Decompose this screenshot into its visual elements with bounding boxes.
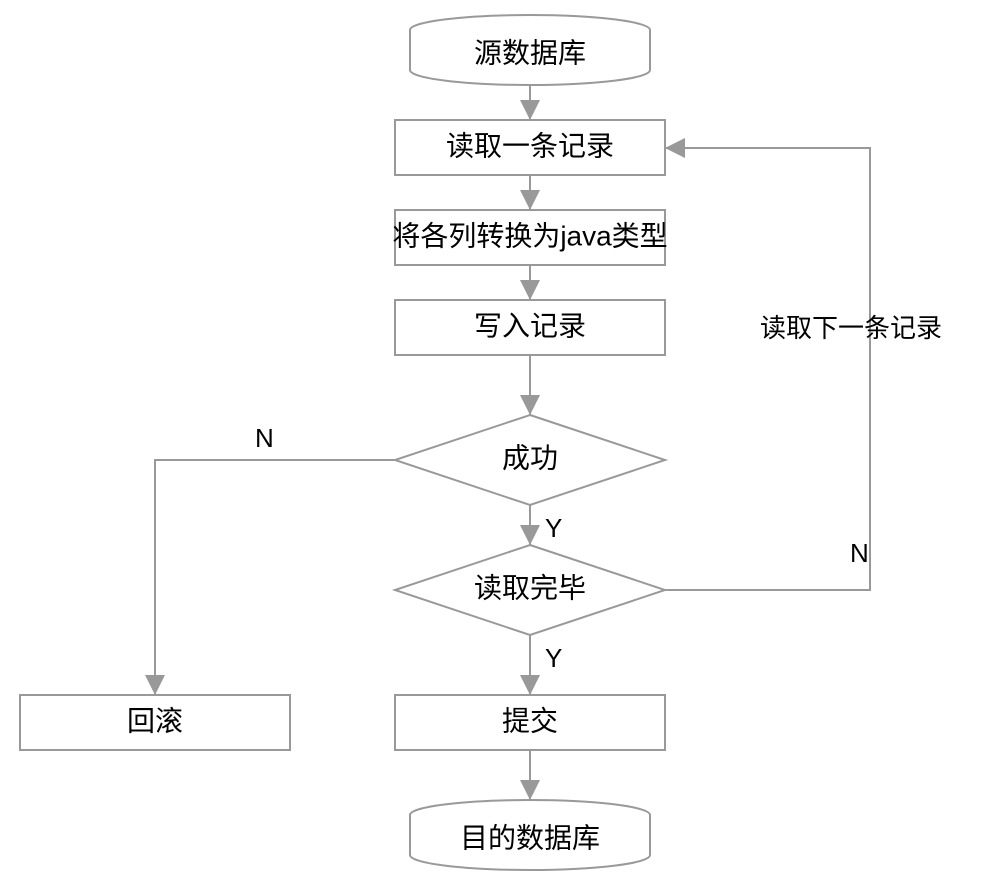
source-db-label: 源数据库: [474, 37, 586, 68]
convert-java-label: 将各列转换为java类型: [392, 220, 667, 251]
node-convert-java: 将各列转换为java类型: [392, 210, 667, 265]
node-read-done-decision: 读取完毕: [395, 545, 665, 635]
flowchart: 源数据库 读取一条记录 将各列转换为java类型 写入记录 成功 N Y 读取完…: [0, 0, 1000, 894]
node-source-db: 源数据库: [410, 15, 650, 85]
label-no-readdone: N: [850, 538, 869, 568]
target-db-label: 目的数据库: [460, 822, 600, 853]
write-record-label: 写入记录: [474, 310, 586, 341]
commit-label: 提交: [502, 705, 558, 736]
node-success-decision: 成功: [395, 415, 665, 505]
node-read-record: 读取一条记录: [395, 120, 665, 175]
label-yes-success: Y: [545, 513, 562, 543]
success-label: 成功: [502, 442, 558, 473]
label-no-success: N: [255, 423, 274, 453]
label-yes-readdone: Y: [545, 643, 562, 673]
node-target-db: 目的数据库: [410, 800, 650, 870]
read-record-label: 读取一条记录: [446, 130, 614, 161]
node-commit: 提交: [395, 695, 665, 750]
read-done-label: 读取完毕: [474, 572, 586, 603]
rollback-label: 回滚: [127, 705, 183, 736]
node-write-record: 写入记录: [395, 300, 665, 355]
label-read-next: 读取下一条记录: [760, 313, 942, 343]
node-rollback: 回滚: [20, 695, 290, 750]
